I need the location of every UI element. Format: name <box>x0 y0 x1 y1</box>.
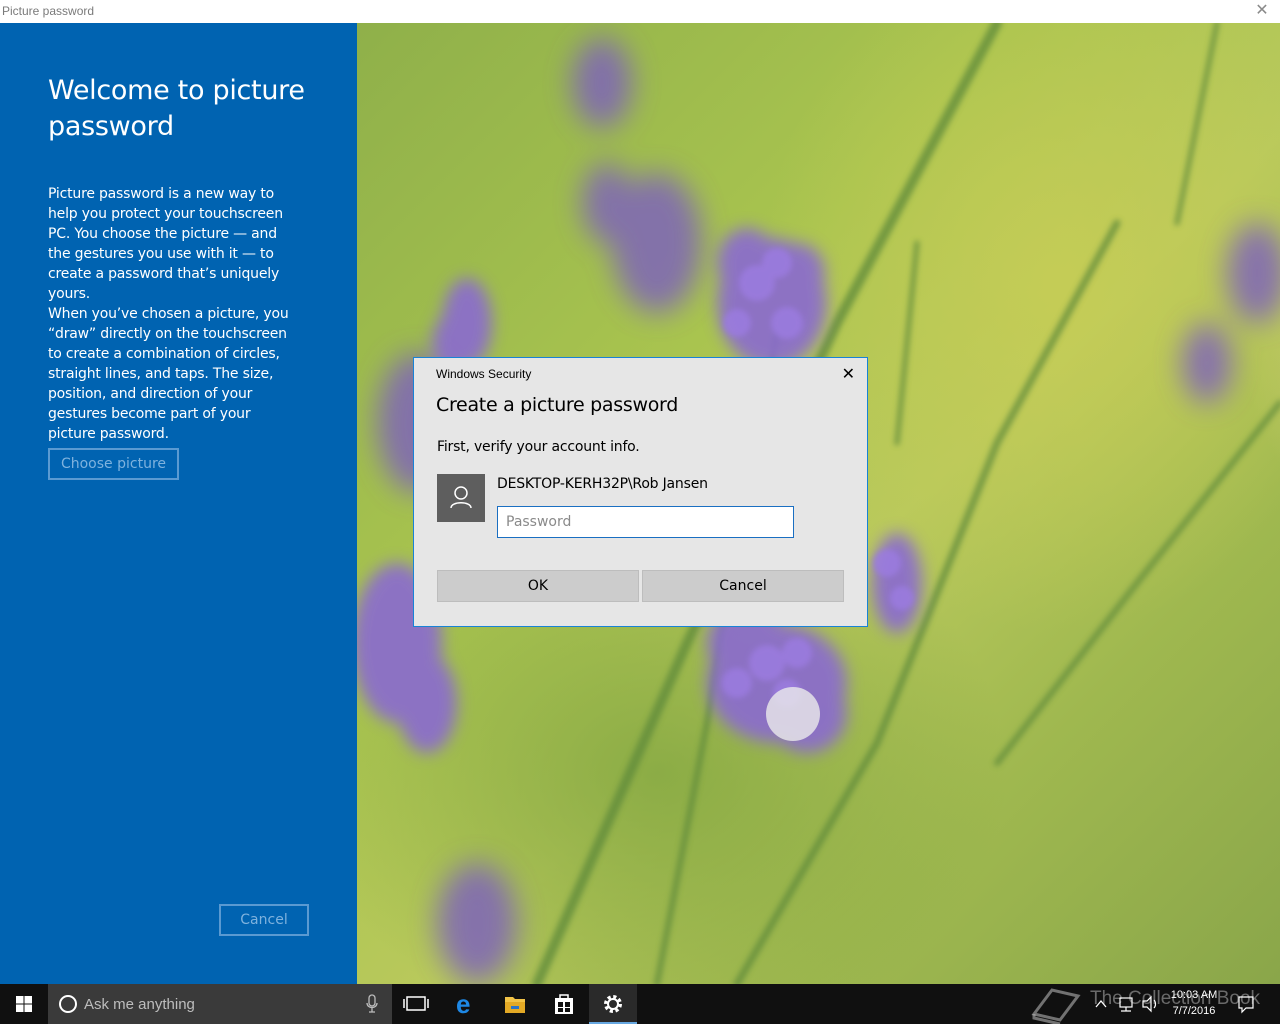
ok-button[interactable]: OK <box>437 570 639 602</box>
title-bar: Picture password ✕ <box>0 0 1280 23</box>
taskbar: Ask me anything e The Collection Book 10… <box>0 984 1280 1024</box>
network-icon[interactable] <box>1116 984 1136 1024</box>
book-logo-icon <box>1031 988 1081 1024</box>
svg-text:e: e <box>456 989 470 1019</box>
dialog-cancel-button[interactable]: Cancel <box>642 570 844 602</box>
search-placeholder: Ask me anything <box>84 996 195 1013</box>
chevron-up-icon[interactable] <box>1094 984 1108 1024</box>
clock-date: 7/7/2016 <box>1172 1005 1216 1017</box>
settings-icon[interactable] <box>589 984 637 1024</box>
task-view-icon[interactable] <box>392 984 440 1024</box>
close-icon[interactable]: ✕ <box>1250 1 1274 21</box>
window-title: Picture password <box>2 4 95 18</box>
windows-logo-icon <box>16 996 32 1012</box>
dialog-heading: Create a picture password <box>436 394 678 416</box>
dialog-subtitle: First, verify your account info. <box>437 439 640 455</box>
choose-picture-button[interactable]: Choose picture <box>48 448 179 480</box>
edge-icon[interactable]: e <box>442 984 490 1024</box>
file-explorer-icon[interactable] <box>491 984 539 1024</box>
system-clock[interactable]: 10:03 AM 7/7/2016 <box>1162 987 1226 1019</box>
touch-indicator <box>766 687 820 741</box>
windows-security-dialog: Windows Security ✕ Create a picture pass… <box>413 357 868 627</box>
intro-paragraph: Picture password is a new way to help yo… <box>48 186 283 302</box>
microphone-icon[interactable] <box>366 994 378 1014</box>
user-icon <box>450 486 472 509</box>
start-button[interactable] <box>0 984 48 1024</box>
page-title: Welcome to picture password <box>48 75 305 142</box>
store-icon[interactable] <box>540 984 588 1024</box>
instructions-paragraph: When you’ve chosen a picture, you “draw”… <box>48 306 289 442</box>
avatar <box>437 474 485 522</box>
left-panel: Welcome to picture password Picture pass… <box>0 23 357 984</box>
volume-icon[interactable] <box>1140 984 1160 1024</box>
clock-time: 10:03 AM <box>1170 989 1218 1001</box>
cancel-button[interactable]: Cancel <box>219 904 309 936</box>
account-name: DESKTOP-KERH32P\Rob Jansen <box>497 476 708 492</box>
close-icon[interactable]: ✕ <box>842 364 855 384</box>
search-box[interactable]: Ask me anything <box>48 984 392 1024</box>
password-field[interactable] <box>497 506 794 538</box>
cortana-icon <box>59 995 77 1013</box>
dialog-title: Windows Security <box>436 367 532 381</box>
action-center-icon[interactable] <box>1236 984 1256 1024</box>
